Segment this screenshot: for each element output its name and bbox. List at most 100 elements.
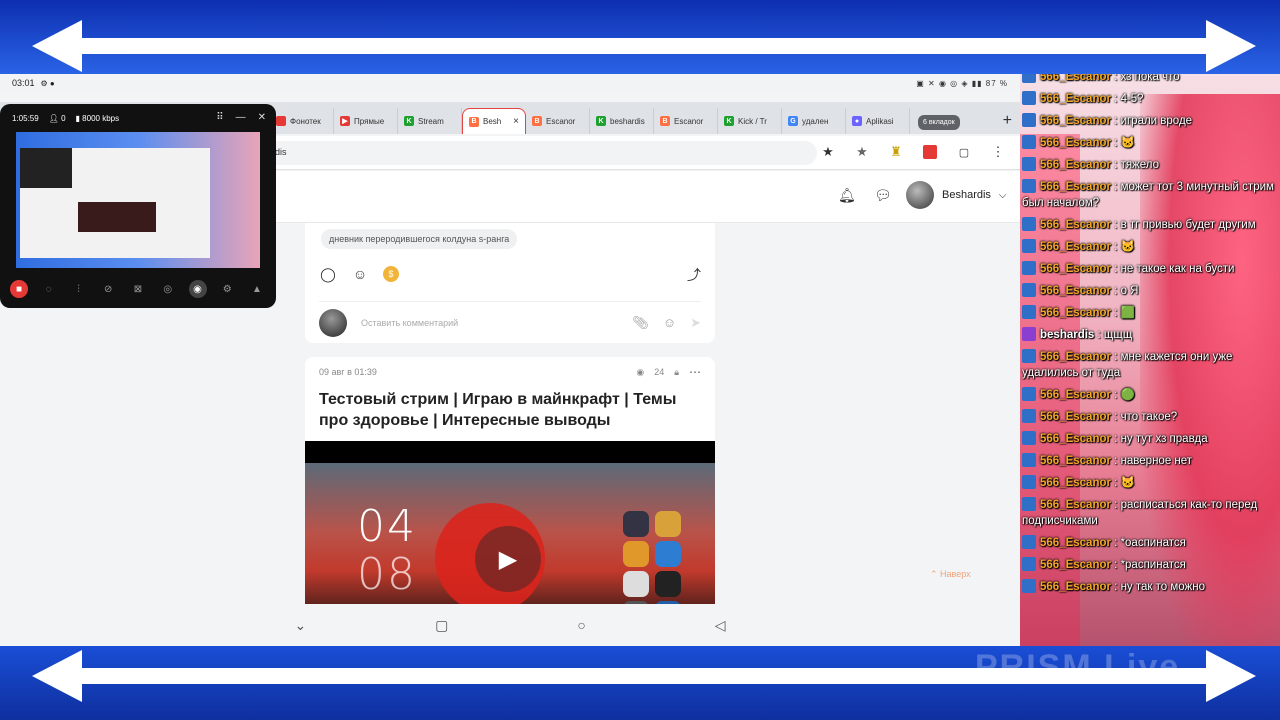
platform-icon [1022,349,1036,363]
nav-back-icon[interactable]: ◁ [715,617,726,634]
user-name: Beshardis [942,189,991,201]
chat-message: 566_Escanor : наверное нет [1022,450,1278,472]
chat-text: *распинатся [1120,559,1186,571]
donate-coin-icon[interactable]: $ [383,266,399,282]
scroll-top-link[interactable]: ⌃ Наверх [930,569,971,580]
chat-message: 566_Escanor : 🐱 [1022,472,1278,494]
nav-hide-icon[interactable]: ⌄ [294,617,306,634]
play-icon[interactable]: ▶ [475,526,541,592]
views-icon: ◉ [636,366,645,377]
tab-8[interactable]: Gудален [782,108,846,134]
tab-3[interactable]: B Besh × [462,108,526,134]
extension-red-icon[interactable] [920,142,940,162]
chat-text: тяжело [1120,159,1159,171]
drag-icon[interactable]: ⠿ [216,112,223,123]
tab-count-button[interactable]: 6 вкладок [918,115,960,130]
platform-icon [1022,179,1036,193]
menu-kebab-icon[interactable]: ⋮ [988,142,1008,162]
collapse-icon[interactable]: ▲ [248,280,266,298]
chat-message: 566_Escanor : мне кажется они уже удалил… [1022,349,1233,379]
minimize-icon[interactable]: — [236,112,246,123]
status-icons: ⚙ ● [40,78,55,88]
tab-favicon-icon: B [469,116,479,127]
platform-icon [1022,305,1036,319]
tab-4[interactable]: B Escanor [526,108,590,134]
chat-text: 🟢 [1120,389,1135,401]
tab-6[interactable]: B Escanor [654,108,718,134]
chat-icon[interactable]: 💬︎ [874,187,892,204]
emoji-icon[interactable]: ☺ [663,315,676,330]
chat-text: *оаспинатся [1120,537,1186,549]
arrow-right-top-icon [1206,20,1256,72]
platform-icon [1022,239,1036,253]
attach-icon[interactable]: 📎︎ [632,315,649,331]
effects-icon[interactable]: ◎ [159,280,177,298]
platform-icon [1022,475,1036,489]
extension-icon[interactable]: ♜ [886,142,906,162]
lock-icon: 🔒︎ [674,366,679,377]
recording-duration: 1:05:59 [12,114,39,123]
tab-2[interactable]: K Stream [398,108,462,134]
platform-icon [1022,409,1036,423]
tab-label: Aplikasi [866,116,894,126]
thumbnail-clock-hours: 04 [357,501,417,552]
close-icon[interactable]: ✕ [258,112,266,123]
chat-message: 566_Escanor : играли вроде [1022,110,1278,132]
views-count: 24 [654,367,665,377]
chat-username: 566_Escanor [1040,241,1111,253]
tab-label: Kick / Tr [738,116,767,126]
tab-favicon-icon: ▶ [340,116,350,126]
video-player[interactable]: 04 08 ▶ [305,441,715,617]
chat-messages: 566_Escanor : хз пока что 566_Escanor : 4… [1022,74,1278,598]
chat-username: 566_Escanor [1040,93,1111,105]
tab-favicon-icon: B [660,116,670,126]
post-tag[interactable]: дневник переродившегося колдуна s-ранга [321,229,518,249]
star-icon[interactable]: ★ [852,142,872,162]
stop-record-button[interactable]: ■ [10,280,28,298]
post-actions: ◯ ☺ $ [319,265,399,283]
post-title[interactable]: Тестовый стрим | Играю в майнкрафт | Тем… [319,389,699,431]
new-tab-button[interactable]: + [1003,112,1012,130]
comment-row: Оставить комментарий 📎︎ ☺ ➤ [319,301,701,337]
chat-username: 566_Escanor [1040,263,1111,275]
chat-toggle-icon[interactable]: ◌ [40,280,58,298]
mixer-icon[interactable]: ⫶ [70,280,88,298]
settings-icon[interactable]: ⚙ [218,280,236,298]
url-input[interactable]: rdis [262,141,817,165]
decor-band-top [80,38,1210,54]
send-icon[interactable]: ➤ [690,315,701,331]
bell-icon[interactable]: 🔔︎ [838,187,856,204]
tab-0[interactable]: Фонотек [270,108,334,134]
chat-text: 🟩 [1120,307,1135,319]
preview-icon[interactable]: ◉ [188,280,207,298]
tab-9[interactable]: ● Aplikasi [846,108,910,134]
nav-recents-icon[interactable]: ▢ [435,617,448,634]
thumbnail-clock-minutes: 08 [357,549,417,600]
camera-off-icon[interactable]: ⊘ [99,280,117,298]
screen-off-icon[interactable]: ⊠ [129,280,147,298]
nav-home-icon[interactable]: ○ [577,617,585,633]
tab-label: Прямые [354,116,385,126]
recording-widget[interactable]: 1:05:59 👤︎ 0 ▮ 8000 kbps ⠿ — ✕ ■ ◌ ⫶ ⊘ ⊠… [0,104,276,308]
platform-icon [1022,453,1036,467]
viewers-count: 0 [61,114,66,123]
tab-1[interactable]: ▶ Прямые [334,108,398,134]
stream-preview-content [20,148,210,258]
stream-preview [16,132,260,268]
tab-7[interactable]: K Kick / Tr [718,108,782,134]
chat-text: о Я [1120,285,1139,297]
tab-close-icon[interactable]: × [513,116,519,127]
bitrate: ▮ 8000 kbps [75,114,120,123]
more-icon[interactable]: ⋯ [689,365,701,379]
user-menu[interactable]: Beshardis ⌵ [906,181,1007,209]
status-right: ▣ ✕ ◉ ◎ ◈ ▮▮ 87 % [916,78,1008,88]
reaction-icon[interactable]: ☺ [351,265,369,283]
extension-box-icon[interactable]: ▢ [954,142,974,162]
share-icon[interactable]: ⤴ [687,265,701,285]
bookmark-star-icon[interactable]: ★ [818,142,838,162]
tab-5[interactable]: Kbeshardis [590,108,654,134]
comment-input[interactable]: Оставить комментарий [361,318,618,328]
android-nav-bar: ⌄ ▢ ○ ◁ [0,604,1020,646]
comment-icon[interactable]: ◯ [319,265,337,283]
viewers-icon: 👤︎ 0 [48,114,66,123]
